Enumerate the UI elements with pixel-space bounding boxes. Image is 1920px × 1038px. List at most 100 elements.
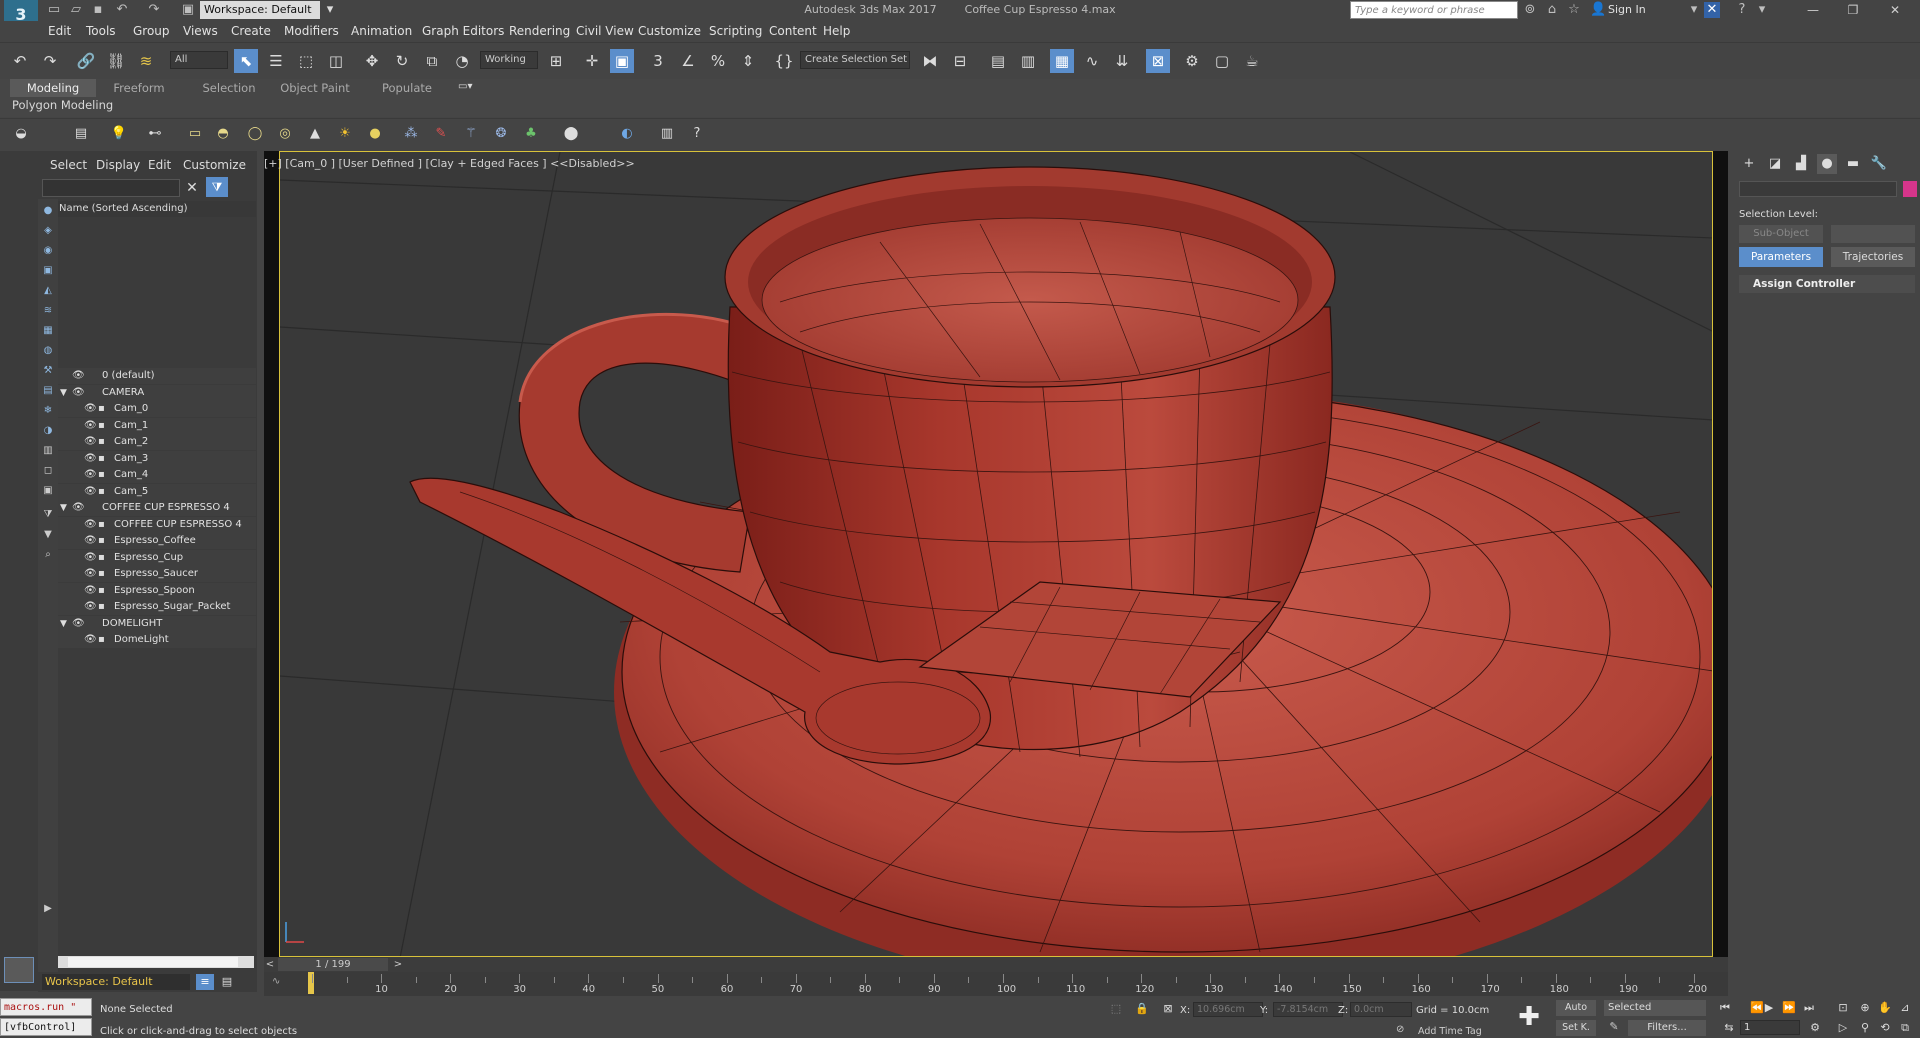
paint-icon[interactable]: ✎ (432, 125, 450, 143)
menu-help[interactable]: Help (823, 21, 850, 41)
invert-display-icon[interactable]: ▣ (40, 483, 56, 499)
menu-tools[interactable]: Tools (86, 21, 116, 41)
visibility-eye-icon[interactable]: 👁 (84, 484, 97, 500)
render-production-icon[interactable]: ☕ (1240, 49, 1264, 73)
selection-lock-icon[interactable]: 🔒 (1134, 1002, 1150, 1018)
menu-edit[interactable]: Edit (48, 21, 71, 41)
explorer-row[interactable]: 👁 ▪ Cam_4 (58, 467, 256, 483)
sort-by-layer-icon[interactable]: ≡ (196, 974, 214, 990)
visibility-eye-icon[interactable]: 👁 (72, 500, 85, 516)
menu-civil-view[interactable]: Civil View (576, 21, 634, 41)
place-icon[interactable]: ◔ (450, 49, 474, 73)
sub-object-button[interactable]: Sub-Object (1739, 225, 1823, 243)
unlink-icon[interactable]: ⛓ (104, 49, 128, 73)
bind-space-warp-icon[interactable]: ≋ (134, 49, 158, 73)
exchange-apps-icon[interactable]: ✕ (1704, 2, 1720, 18)
maxscript-listener-input[interactable]: [vfbControl] (0, 1018, 92, 1036)
trajectories-button[interactable]: Trajectories (1831, 247, 1915, 267)
select-by-name-icon[interactable]: ☰ (264, 49, 288, 73)
time-slider-frame[interactable]: 1 / 199 (278, 958, 388, 971)
ribbon-tab-selection[interactable]: Selection (186, 79, 272, 97)
filter-selection-icon[interactable]: ⧩ (40, 507, 56, 523)
explorer-workspace-select[interactable]: Workspace: Default (42, 974, 190, 990)
toggle-ribbon-icon[interactable]: ▥ (1016, 49, 1040, 73)
curve-editor-mini-icon[interactable]: ∿ (272, 976, 280, 987)
named-selection-set-select[interactable]: Create Selection Set (800, 51, 910, 69)
add-time-tag[interactable]: Add Time Tag (1418, 1026, 1482, 1037)
goto-start-icon[interactable]: ⏮ (1716, 1000, 1734, 1016)
explorer-row[interactable]: 👁 ▪ Cam_1 (58, 417, 256, 434)
walk-through-icon[interactable]: ⚲ (1856, 1020, 1874, 1036)
y-coordinate-field[interactable]: -7.8154cm (1273, 1002, 1343, 1017)
perspective-viewport[interactable] (279, 151, 1713, 957)
dolly-icon[interactable]: ▷ (1834, 1020, 1852, 1036)
curve-editor-icon[interactable]: ∿ (1080, 49, 1104, 73)
link-icon[interactable]: 🔗 (74, 49, 98, 73)
ribbon-tab-modeling[interactable]: Modeling (10, 79, 96, 97)
key-mode-toggle-icon[interactable]: ⇆ (1720, 1020, 1738, 1036)
explorer-row[interactable]: 👁 ▪ Cam_0 (58, 401, 256, 417)
reference-coordinate-select[interactable]: Working (480, 51, 538, 69)
visibility-eye-icon[interactable]: 👁 (84, 401, 97, 417)
display-spacewarps-icon[interactable]: ≋ (40, 303, 56, 319)
align-icon[interactable]: ⊟ (948, 49, 972, 73)
menu-create[interactable]: Create (231, 21, 271, 41)
explorer-search-input[interactable] (42, 179, 180, 197)
explorer-row[interactable]: 👁 ▪ Espresso_Saucer (58, 566, 256, 582)
close-window-icon[interactable]: ✕ (1880, 1, 1910, 19)
display-shapes-icon[interactable]: ◈ (40, 223, 56, 239)
absolute-mode-icon[interactable]: ⊠ (1160, 1002, 1176, 1018)
explorer-menu-select[interactable]: Select (50, 158, 87, 172)
ribbon-options-icon[interactable]: ▭▾ (458, 81, 482, 95)
x-coordinate-field[interactable]: 10.696cm (1193, 1002, 1263, 1017)
particle-grid-icon[interactable]: ⁂ (402, 125, 420, 143)
select-object-icon[interactable]: ⬉ (234, 49, 258, 73)
visibility-eye-icon[interactable]: 👁 (84, 566, 97, 582)
explorer-row[interactable]: 👁 ▪ Espresso_Coffee (58, 533, 256, 549)
ribbon-tab-freeform[interactable]: Freeform (96, 79, 182, 97)
utilities-tab-icon[interactable]: 🔧 (1869, 154, 1889, 174)
visibility-eye-icon[interactable]: 👁 (84, 451, 97, 467)
material-sphere-icon[interactable]: ⬤ (562, 125, 580, 143)
explorer-row[interactable]: 👁 ▪ DomeLight (58, 632, 256, 648)
pivot-center-icon[interactable]: ⊞ (544, 49, 568, 73)
current-frame-field[interactable]: 1 (1740, 1020, 1800, 1035)
menu-modifiers[interactable]: Modifiers (284, 21, 339, 41)
menu-views[interactable]: Views (183, 21, 218, 41)
time-config-icon[interactable]: ⚙ (1806, 1020, 1824, 1036)
systems-icon[interactable]: ♣ (522, 125, 540, 143)
visibility-eye-icon[interactable]: 👁 (72, 385, 85, 401)
explorer-row[interactable]: 👁 ▪ Cam_2 (58, 434, 256, 450)
visibility-eye-icon[interactable]: 👁 (84, 550, 97, 566)
restore-window-icon[interactable]: ❐ (1838, 1, 1868, 19)
goto-end-icon[interactable]: ⏭ (1800, 1000, 1818, 1016)
assign-controller-rollout[interactable]: Assign Controller (1739, 275, 1915, 293)
box-primitive-icon[interactable]: ▭ (186, 125, 204, 143)
light-bulb-icon[interactable]: 💡 (110, 125, 128, 143)
isolate-selection-icon[interactable]: ⬚ (1108, 1002, 1124, 1018)
sign-in-dropdown-icon[interactable]: ▾ (1686, 2, 1702, 18)
visibility-eye-icon[interactable]: 👁 (84, 632, 97, 648)
info-icon[interactable]: ? (688, 125, 706, 143)
sub-object-select[interactable] (1831, 225, 1915, 243)
material-editor-icon[interactable]: ⊠ (1146, 49, 1170, 73)
hierarchy-tab-icon[interactable]: ▟ (1791, 154, 1811, 174)
sun-light-icon[interactable]: ☀ (336, 125, 354, 143)
search-input[interactable]: Type a keyword or phrase (1350, 1, 1518, 19)
visibility-eye-icon[interactable]: 👁 (84, 517, 97, 533)
menu-group[interactable]: Group (133, 21, 170, 41)
angle-snap-icon[interactable]: ∠ (676, 49, 700, 73)
explorer-row[interactable]: 👁 0 (default) (58, 368, 256, 384)
binoculars-icon[interactable]: ⊚ (1522, 2, 1538, 18)
menu-rendering[interactable]: Rendering (509, 21, 570, 41)
expand-arrow-icon[interactable]: ▼ (60, 616, 70, 632)
set-key-button[interactable]: Set K. (1556, 1020, 1596, 1036)
visibility-eye-icon[interactable]: 👁 (84, 467, 97, 483)
help-dropdown-icon[interactable]: ▾ (1754, 2, 1770, 18)
modify-tab-icon[interactable]: ◪ (1765, 154, 1785, 174)
explorer-row[interactable]: ▼ 👁 COFFEE CUP ESPRESSO 4 (58, 500, 256, 516)
visibility-eye-icon[interactable]: 👁 (84, 599, 97, 615)
explorer-column-header[interactable]: Name (Sorted Ascending) (58, 201, 256, 217)
scrollbar-thumb[interactable] (68, 957, 238, 967)
parameters-button[interactable]: Parameters (1739, 247, 1823, 267)
